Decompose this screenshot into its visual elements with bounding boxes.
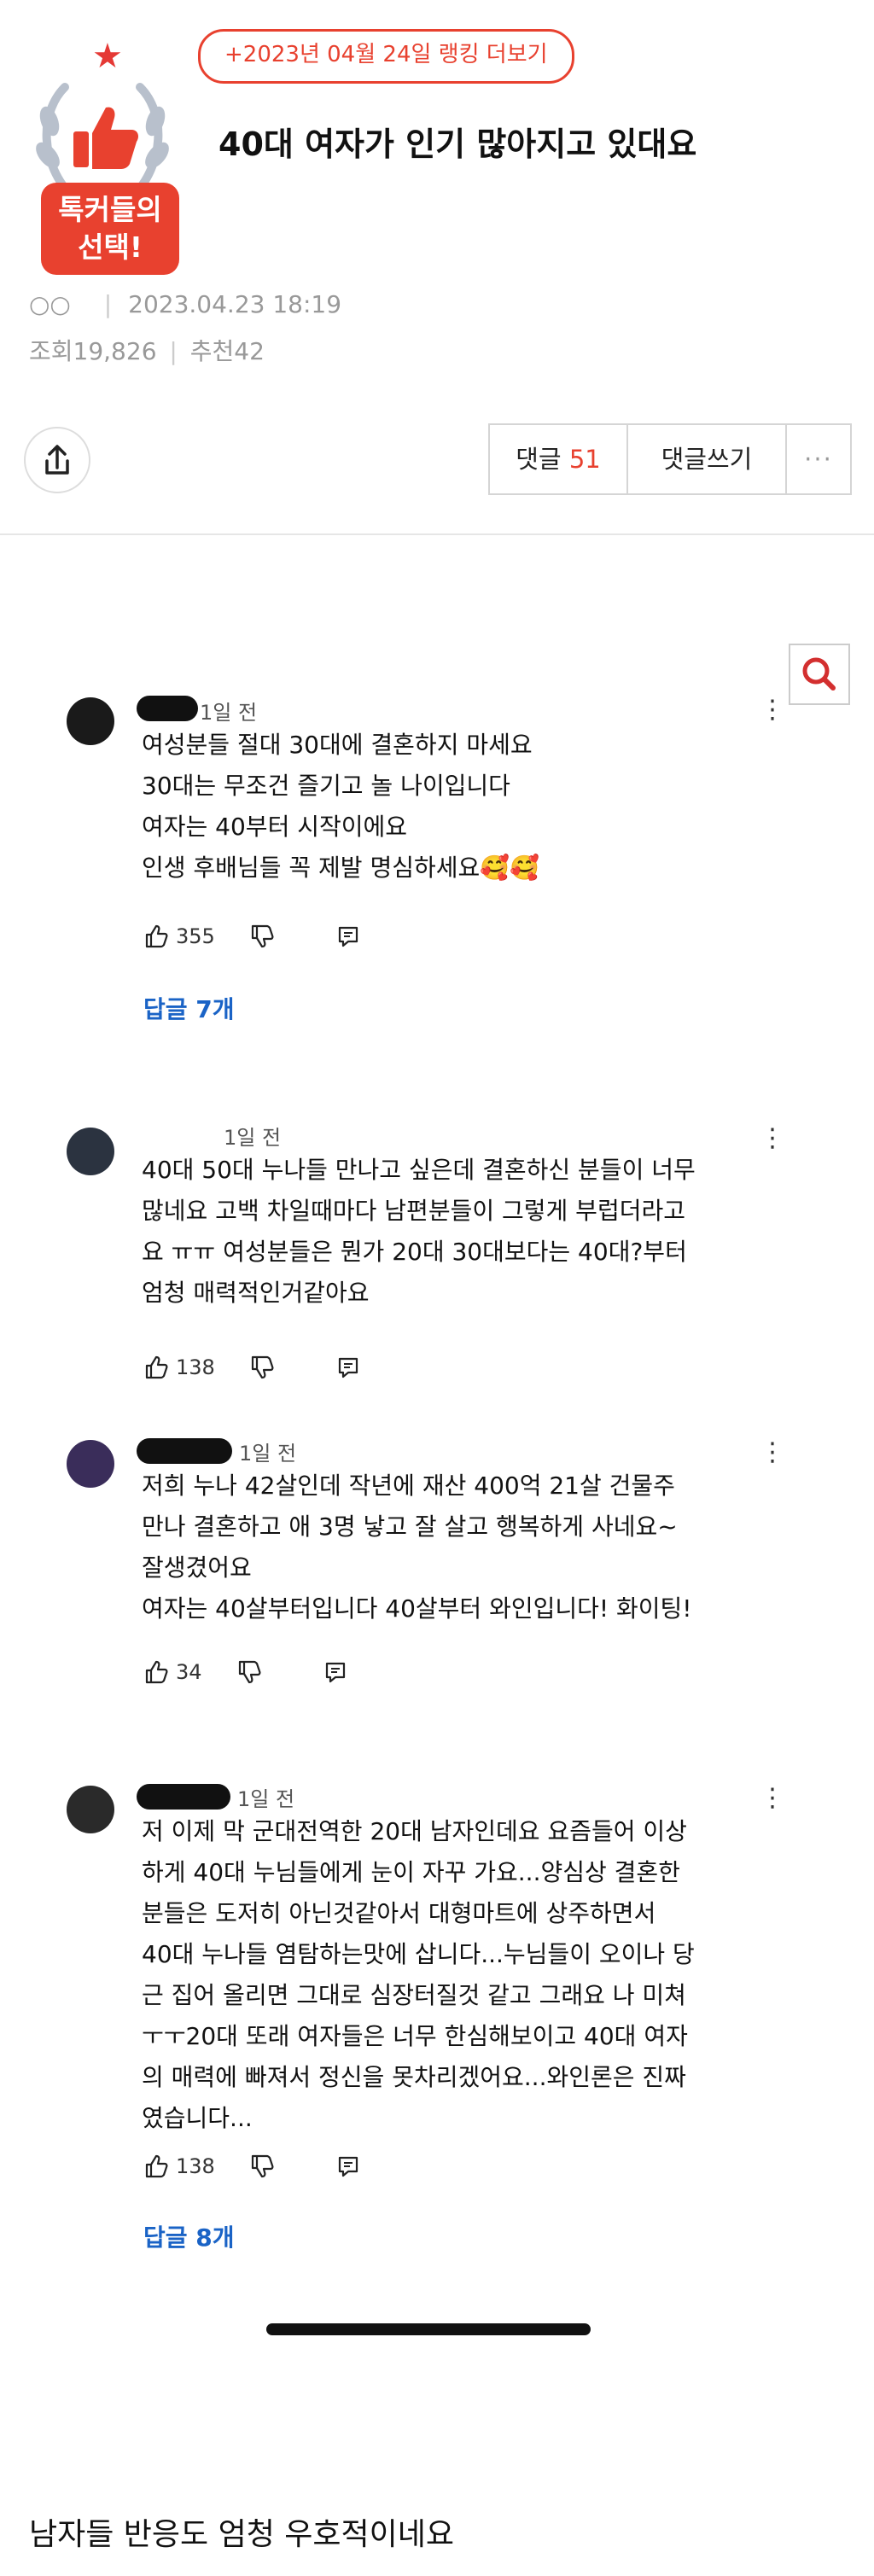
comment-menu-icon[interactable]: ⋮ — [760, 1126, 785, 1151]
avatar — [67, 1440, 114, 1488]
comment-text: 저희 누나 42살인데 작년에 재산 400억 21살 건물주 만나 결혼하고 … — [142, 1472, 692, 1623]
comment-menu-icon[interactable]: ⋮ — [760, 1786, 785, 1811]
search-button[interactable] — [789, 644, 850, 705]
replies-link[interactable]: 답글 7개 — [143, 991, 235, 1025]
like-count: 138 — [176, 1355, 215, 1379]
avatar — [67, 1786, 114, 1833]
thumbs-up-outline-icon — [145, 1660, 168, 1684]
more-options-button[interactable]: ··· — [787, 425, 850, 493]
recommend-count: 42 — [234, 337, 265, 365]
comment-menu-icon[interactable]: ⋮ — [760, 697, 785, 723]
thumbs-down-outline-icon — [238, 1660, 261, 1684]
comment-actions: 355 — [143, 919, 360, 953]
avatar — [67, 697, 114, 745]
like-count: 34 — [176, 1660, 202, 1684]
star-icon: ★ — [92, 37, 123, 76]
comment-icon — [325, 1662, 345, 1683]
search-icon — [802, 657, 836, 691]
comment-actions: 34 — [143, 1655, 347, 1689]
recommend-label: 추천 — [189, 337, 235, 365]
dislike-button[interactable] — [236, 1659, 262, 1685]
thumbs-down-outline-icon — [251, 1355, 274, 1379]
comment-icon — [338, 2156, 358, 2177]
share-button[interactable] — [24, 427, 90, 493]
comment-text: 여성분들 절대 30대에 결혼하지 마세요 30대는 무조건 즐기고 놀 나이입… — [142, 731, 539, 882]
embedded-comments-screenshot: 1일 전 ⋮ 여성분들 절대 30대에 결혼하지 마세요 30대는 무조건 즐기… — [0, 535, 874, 2353]
comments-label: 댓글 — [516, 445, 562, 474]
post-date: 2023.04.23 18:19 — [128, 290, 342, 318]
thumbs-up-icon — [73, 107, 138, 169]
thumbs-up-outline-icon — [145, 924, 168, 948]
comment-menu-icon[interactable]: ⋮ — [760, 1440, 785, 1466]
talkers-choice-badge: ★ 톡커들의 선택! — [24, 39, 186, 278]
reply-button[interactable] — [323, 1660, 347, 1684]
like-button[interactable]: 34 — [143, 1659, 202, 1685]
comment-icon — [338, 1357, 358, 1378]
comment-icon — [338, 926, 358, 947]
comment-text: 저 이제 막 군대전역한 20대 남자인데요 요즘들어 이상 하게 40대 누님… — [142, 1817, 695, 2132]
comments-count: 51 — [568, 445, 601, 474]
redacted-username — [137, 1438, 232, 1464]
comment-actions: 138 — [143, 1350, 360, 1384]
dislike-button[interactable] — [249, 924, 275, 949]
replies-link[interactable]: 답글 8개 — [143, 2219, 235, 2253]
post-meta-author: ○○ | 2023.04.23 18:19 — [29, 290, 342, 318]
comment-time: 1일 전 — [224, 1126, 282, 1150]
thumbs-down-outline-icon — [251, 2154, 274, 2178]
badge-line2: 선택! — [78, 230, 143, 264]
thumbs-up-outline-icon — [145, 1355, 168, 1379]
like-button[interactable]: 138 — [143, 1355, 215, 1380]
thumbs-up-outline-icon — [145, 2154, 168, 2178]
post-header: ★ 톡커들의 선택! +2023년 04월 24일 랭킹 더보기 40대 여자가… — [0, 0, 874, 533]
comment-time: 1일 전 — [200, 701, 258, 725]
author-name: ○○ — [29, 290, 71, 318]
badge-line1: 톡커들의 — [58, 193, 162, 226]
post-meta-stats: 조회19,826 | 추천42 — [29, 337, 265, 365]
like-button[interactable]: 355 — [143, 924, 215, 949]
home-indicator — [266, 2323, 591, 2335]
ranking-more-link[interactable]: +2023년 04월 24일 랭킹 더보기 — [198, 29, 574, 84]
write-comment-button[interactable]: 댓글쓰기 — [628, 425, 787, 493]
like-button[interactable]: 138 — [143, 2153, 215, 2179]
comments-button[interactable]: 댓글 51 — [490, 425, 628, 493]
redacted-username — [137, 696, 198, 721]
views-count: 19,826 — [73, 337, 157, 365]
thumbs-down-outline-icon — [251, 924, 274, 948]
comment-actions: 138 — [143, 2149, 360, 2183]
reply-button[interactable] — [336, 1355, 360, 1379]
avatar — [67, 1128, 114, 1175]
post-title: 40대 여자가 인기 많아지고 있대요 — [218, 125, 697, 163]
comment-text: 40대 50대 누나들 만나고 싶은데 결혼하신 분들이 너무 많네요 고백 차… — [142, 1156, 696, 1307]
badge-label: 톡커들의 선택! — [41, 183, 179, 275]
comment-time: 1일 전 — [237, 1787, 295, 1811]
redacted-username — [137, 1784, 230, 1810]
like-count: 138 — [176, 2154, 215, 2178]
post-body-text: 남자들 반응도 엄청 우호적이네요 — [29, 2517, 455, 2552]
comment-button-group: 댓글 51 댓글쓰기 ··· — [488, 423, 852, 495]
reply-button[interactable] — [336, 924, 360, 948]
views-label: 조회 — [29, 337, 73, 365]
reply-button[interactable] — [336, 2154, 360, 2178]
dislike-button[interactable] — [249, 1355, 275, 1380]
like-count: 355 — [176, 924, 215, 948]
dislike-button[interactable] — [249, 2153, 275, 2179]
comment-time: 1일 전 — [239, 1442, 297, 1466]
share-icon — [45, 445, 69, 475]
